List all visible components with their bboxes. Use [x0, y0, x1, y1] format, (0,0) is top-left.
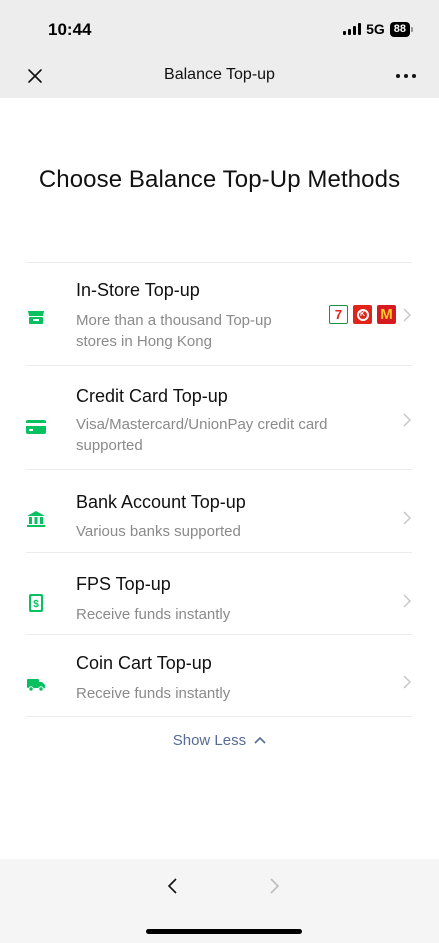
method-description: Various banks supported	[76, 523, 241, 540]
method-in-store[interactable]: In-Store Top-up More than a thousand Top…	[26, 263, 412, 366]
method-title: Coin Cart Top-up	[76, 653, 212, 673]
store-logos: 7 K M	[329, 305, 396, 324]
method-description: More than a thousand Top-up stores in Ho…	[76, 312, 272, 350]
show-less-button[interactable]: Show Less	[0, 732, 439, 749]
chevron-right-icon	[403, 675, 412, 689]
svg-text:$: $	[33, 599, 39, 610]
method-fps[interactable]: $ FPS Top-up Receive funds instantly	[26, 553, 412, 635]
method-description: Visa/Mastercard/UnionPay credit card sup…	[76, 416, 328, 454]
battery-icon: 88	[389, 21, 413, 37]
method-credit-card[interactable]: Credit Card Top-up Visa/Mastercard/Union…	[26, 366, 412, 470]
mcdonalds-logo: M	[377, 305, 396, 324]
page-title: Choose Balance Top-Up Methods	[38, 166, 401, 193]
method-description: Receive funds instantly	[76, 606, 231, 623]
method-coin-cart[interactable]: Coin Cart Top-up Receive funds instantly	[26, 635, 412, 717]
status-bar: 10:44 5G 88	[0, 0, 439, 54]
home-indicator	[146, 929, 302, 934]
circle-k-logo: K	[353, 305, 372, 324]
status-indicators: 5G 88	[343, 21, 413, 37]
bank-icon	[27, 511, 45, 527]
chevron-right-icon	[403, 308, 412, 322]
method-title: In-Store Top-up	[76, 280, 200, 300]
topup-methods-list: In-Store Top-up More than a thousand Top…	[26, 262, 412, 717]
credit-card-icon	[26, 420, 46, 434]
battery-level: 88	[389, 21, 410, 37]
more-icon[interactable]	[393, 66, 419, 86]
chevron-right-icon	[403, 511, 412, 525]
chevron-up-icon	[254, 736, 266, 744]
truck-icon	[27, 679, 45, 692]
7-eleven-logo: 7	[329, 305, 348, 324]
chevron-right-icon	[403, 413, 412, 427]
nav-title: Balance Top-up	[164, 66, 275, 83]
network-type: 5G	[366, 21, 385, 37]
store-icon	[28, 311, 44, 324]
show-less-label: Show Less	[172, 732, 247, 749]
bottom-toolbar	[0, 859, 439, 943]
method-title: Credit Card Top-up	[76, 386, 228, 406]
method-bank-account[interactable]: Bank Account Top-up Various banks suppor…	[26, 470, 412, 553]
fps-icon: $	[29, 594, 43, 612]
nav-bar: Balance Top-up	[0, 54, 439, 98]
method-title: FPS Top-up	[76, 574, 171, 594]
method-description: Receive funds instantly	[76, 685, 231, 702]
status-time: 10:44	[48, 20, 92, 39]
signal-icon	[343, 23, 362, 35]
back-arrow-icon[interactable]	[166, 875, 180, 897]
chevron-right-icon	[403, 594, 412, 608]
forward-arrow-icon[interactable]	[267, 875, 281, 897]
method-title: Bank Account Top-up	[76, 492, 246, 512]
